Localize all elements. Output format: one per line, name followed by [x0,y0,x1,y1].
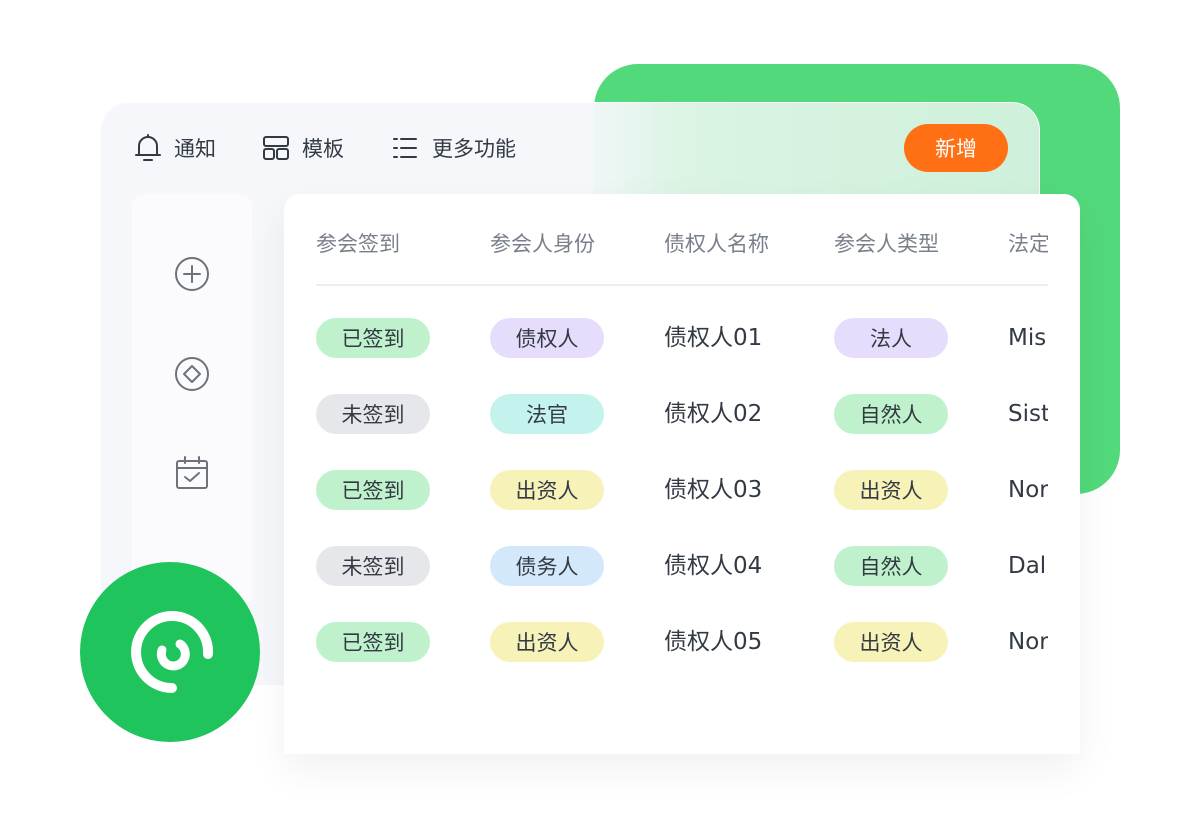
table-row[interactable]: 未签到 债务人 债权人04 自然人 Dalı [316,546,1048,586]
header-identity[interactable]: 参会人身份 [490,228,595,258]
header-legal[interactable]: 法定 [1008,228,1048,258]
legal-cell: Sist [1008,401,1048,427]
logo [80,562,260,742]
identity-badge: 债权人 [490,318,604,358]
bell-icon [134,133,162,163]
legal-cell: Nor [1008,477,1048,503]
identity-badge: 出资人 [490,470,604,510]
checkin-badge: 已签到 [316,318,430,358]
list-icon [392,134,420,162]
notify-button[interactable]: 通知 [134,130,216,166]
layout-icon [262,134,290,162]
creditor-name: 债权人05 [664,629,763,655]
add-button[interactable]: 新增 [904,124,1008,172]
template-button[interactable]: 模板 [262,130,344,166]
header-attendee-type[interactable]: 参会人类型 [834,228,939,258]
header-creditor-name[interactable]: 债权人名称 [664,228,769,258]
identity-badge: 债务人 [490,546,604,586]
type-badge: 自然人 [834,394,948,434]
creditor-name: 债权人01 [664,325,763,351]
template-label: 模板 [302,137,344,161]
table-header: 参会签到 参会人身份 债权人名称 参会人类型 法定 [316,194,1048,286]
creditor-name: 债权人02 [664,401,763,427]
type-badge: 法人 [834,318,948,358]
legal-cell: Nor [1008,629,1048,655]
table-row[interactable]: 未签到 法官 债权人02 自然人 Sist [316,394,1048,434]
creditor-name: 债权人04 [664,553,763,579]
identity-badge: 法官 [490,394,604,434]
header-checkin[interactable]: 参会签到 [316,228,400,258]
table-card: 参会签到 参会人身份 债权人名称 参会人类型 法定 已签到 债权人 债权人01 … [284,194,1080,754]
notify-label: 通知 [174,137,216,161]
identity-badge: 出资人 [490,622,604,662]
table-row[interactable]: 已签到 债权人 债权人01 法人 Mis [316,318,1048,358]
legal-cell: Mis [1008,325,1047,351]
table-row[interactable]: 已签到 出资人 债权人05 出资人 Nor [316,622,1048,662]
checkin-badge: 已签到 [316,622,430,662]
type-badge: 出资人 [834,622,948,662]
checkin-badge: 未签到 [316,394,430,434]
plus-circle-icon[interactable] [172,254,212,294]
calendar-check-icon[interactable] [172,454,212,494]
spiral-logo-icon [80,562,260,742]
table-row[interactable]: 已签到 出资人 债权人03 出资人 Nor [316,470,1048,510]
attendee-table: 参会签到 参会人身份 债权人名称 参会人类型 法定 已签到 债权人 债权人01 … [316,194,1048,754]
diamond-icon[interactable] [172,354,212,394]
legal-cell: Dalı [1008,553,1048,579]
type-badge: 出资人 [834,470,948,510]
more-functions-button[interactable]: 更多功能 [392,130,516,166]
type-badge: 自然人 [834,546,948,586]
more-functions-label: 更多功能 [432,137,516,161]
checkin-badge: 未签到 [316,546,430,586]
creditor-name: 债权人03 [664,477,763,503]
checkin-badge: 已签到 [316,470,430,510]
